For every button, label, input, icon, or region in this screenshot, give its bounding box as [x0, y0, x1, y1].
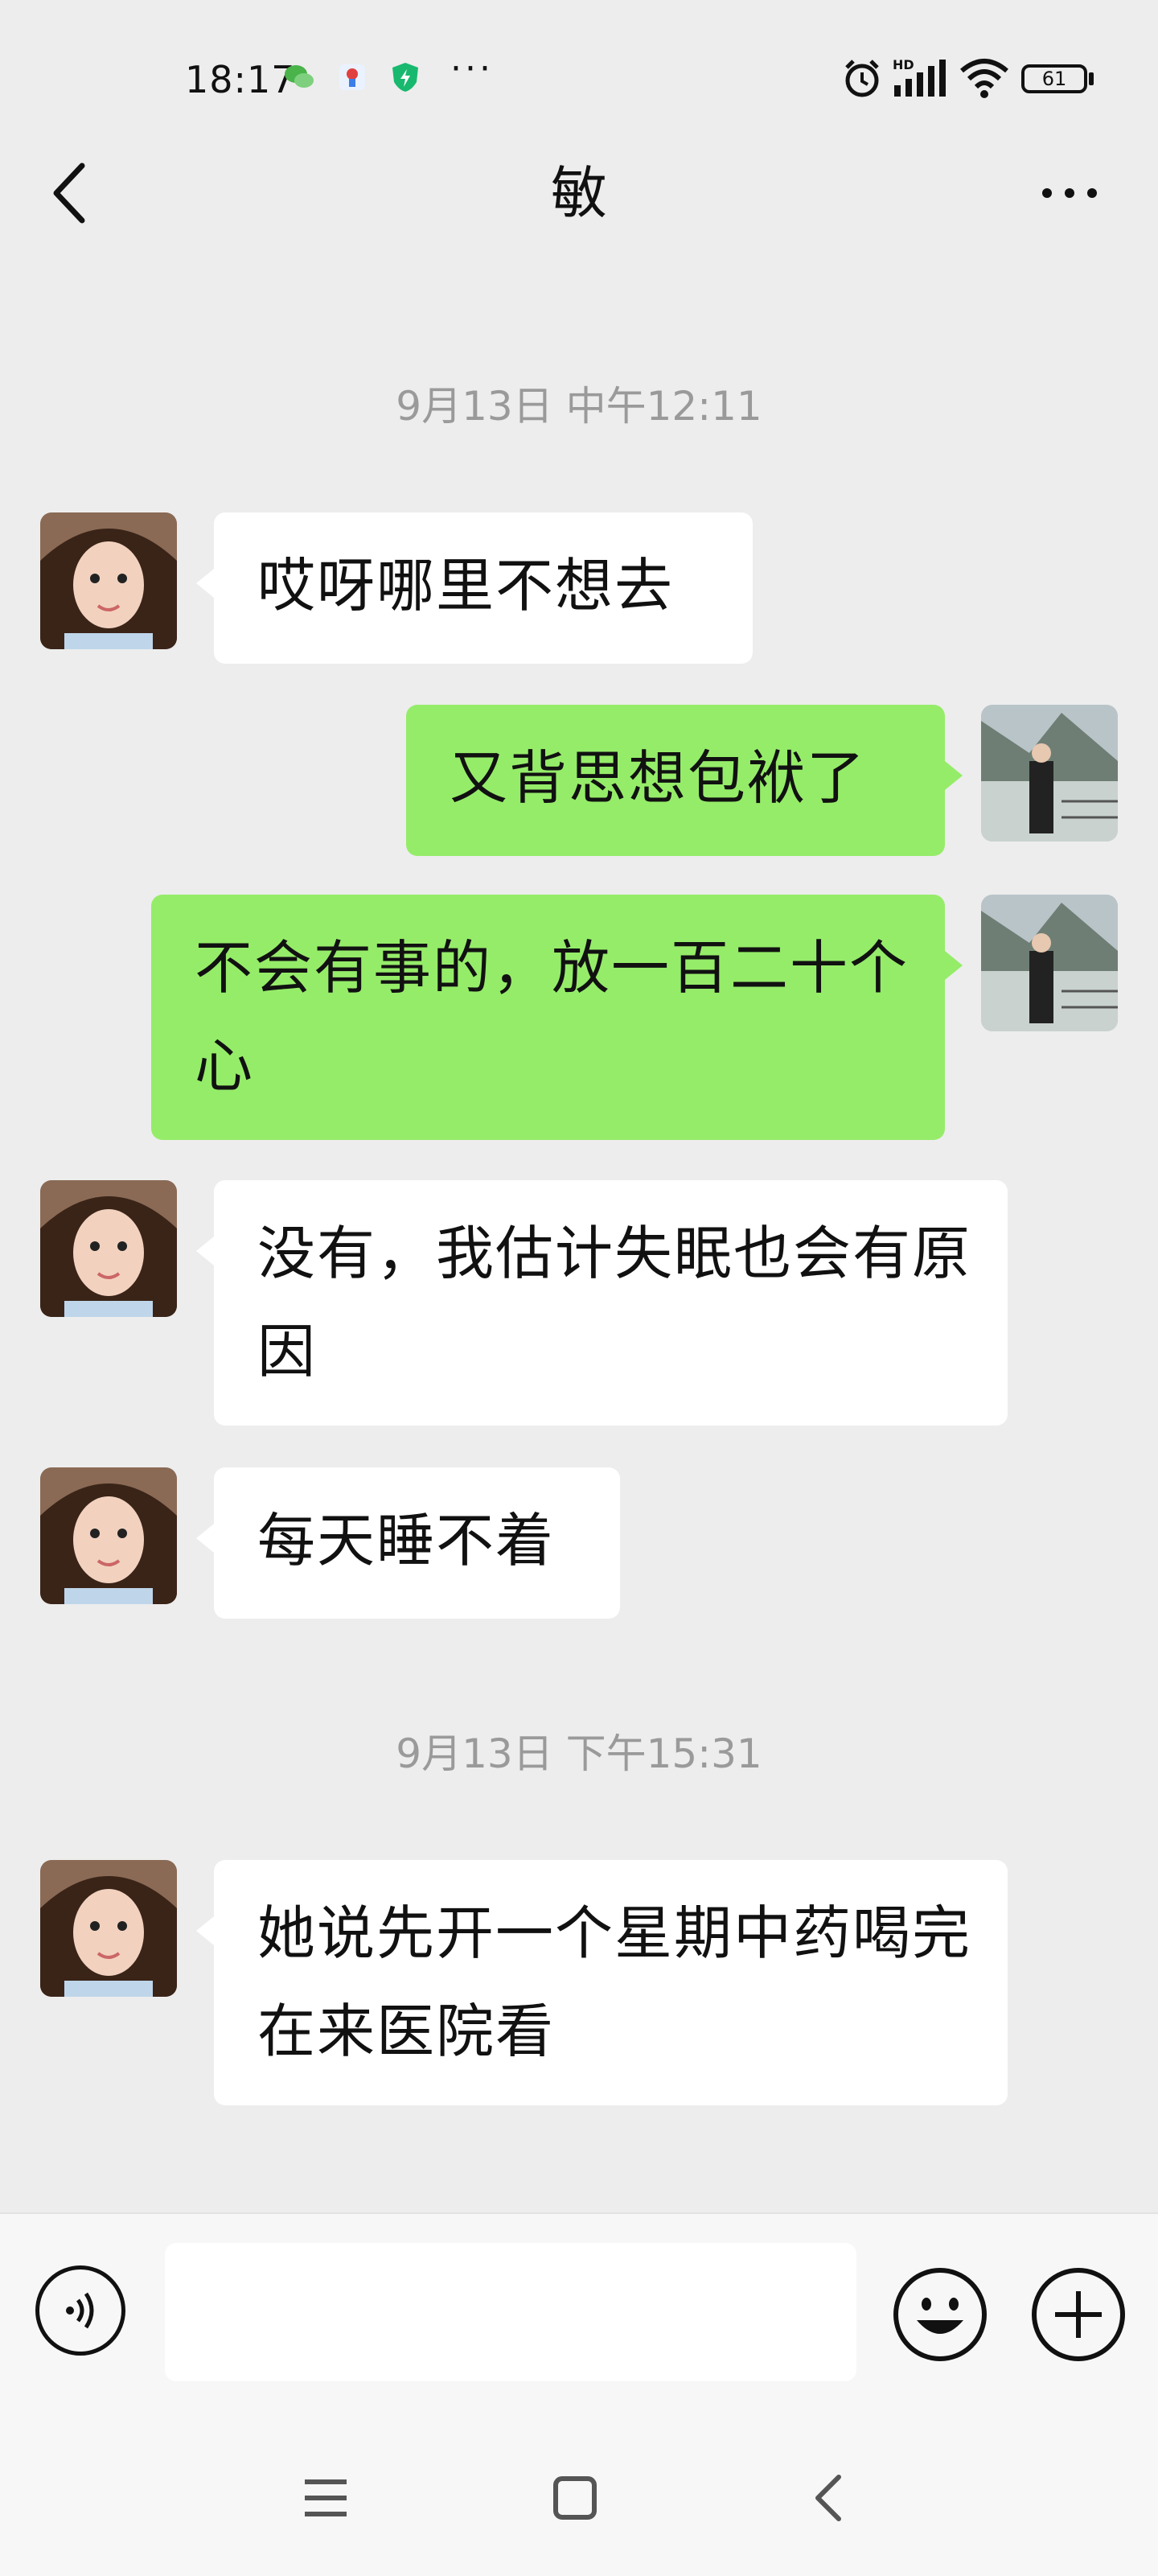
battery-level: 61	[1041, 68, 1067, 90]
message-bubble-received[interactable]: 每天睡不着	[196, 1467, 620, 1619]
self-avatar[interactable]	[981, 895, 1118, 1031]
message-bubble-received[interactable]: 没有，我估计失眠也会有原因	[196, 1180, 1008, 1426]
voice-button[interactable]	[35, 2265, 125, 2356]
map-notification-icon	[339, 64, 365, 90]
status-bar: 18:17 ··· HD 61	[0, 0, 1158, 153]
status-time: 18:17	[185, 58, 296, 101]
signal-icon: HD	[893, 57, 946, 97]
emoji-icon	[893, 2268, 987, 2361]
message-timestamp: 9月13日 中午12:11	[396, 383, 762, 430]
message-bubble-sent[interactable]: 又背思想包袱了	[406, 705, 963, 856]
wifi-icon	[960, 59, 1008, 98]
svg-text:HD: HD	[893, 57, 914, 72]
message-bubble-sent[interactable]: 不会有事的，放一百二十个心	[151, 895, 963, 1140]
contact-avatar[interactable]	[40, 1180, 177, 1317]
nav-back-icon	[815, 2475, 841, 2521]
self-avatar[interactable]	[981, 705, 1118, 842]
more-icon	[1042, 188, 1052, 198]
plus-icon	[1032, 2268, 1125, 2361]
battery-tip	[1089, 72, 1094, 85]
plus-button[interactable]	[1031, 2267, 1126, 2362]
message-bubble-received[interactable]: 她说先开一个星期中药喝完在来医院看	[196, 1860, 1008, 2105]
home-icon	[553, 2476, 597, 2520]
voice-icon	[66, 2292, 94, 2329]
message-bubble-received[interactable]: 哎呀哪里不想去	[196, 512, 753, 664]
message-input[interactable]	[165, 2243, 856, 2381]
battery-icon: 61	[1021, 64, 1087, 93]
contact-avatar[interactable]	[40, 1467, 177, 1604]
menu-icon	[305, 2479, 347, 2516]
nav-home-button[interactable]	[531, 2454, 619, 2542]
nav-menu-button[interactable]	[281, 2454, 370, 2542]
wechat-notification-icon	[285, 65, 314, 88]
shield-notification-icon	[392, 63, 418, 92]
more-notifications-icon: ···	[450, 48, 494, 89]
emoji-button[interactable]	[893, 2267, 988, 2362]
contact-avatar[interactable]	[40, 1860, 177, 1997]
nav-back-button[interactable]	[784, 2454, 873, 2542]
more-button[interactable]	[1029, 165, 1110, 221]
alarm-icon	[845, 60, 879, 97]
contact-avatar[interactable]	[40, 512, 177, 649]
message-timestamp: 9月13日 下午15:31	[396, 1730, 762, 1777]
chat-title: 敏	[551, 160, 607, 226]
